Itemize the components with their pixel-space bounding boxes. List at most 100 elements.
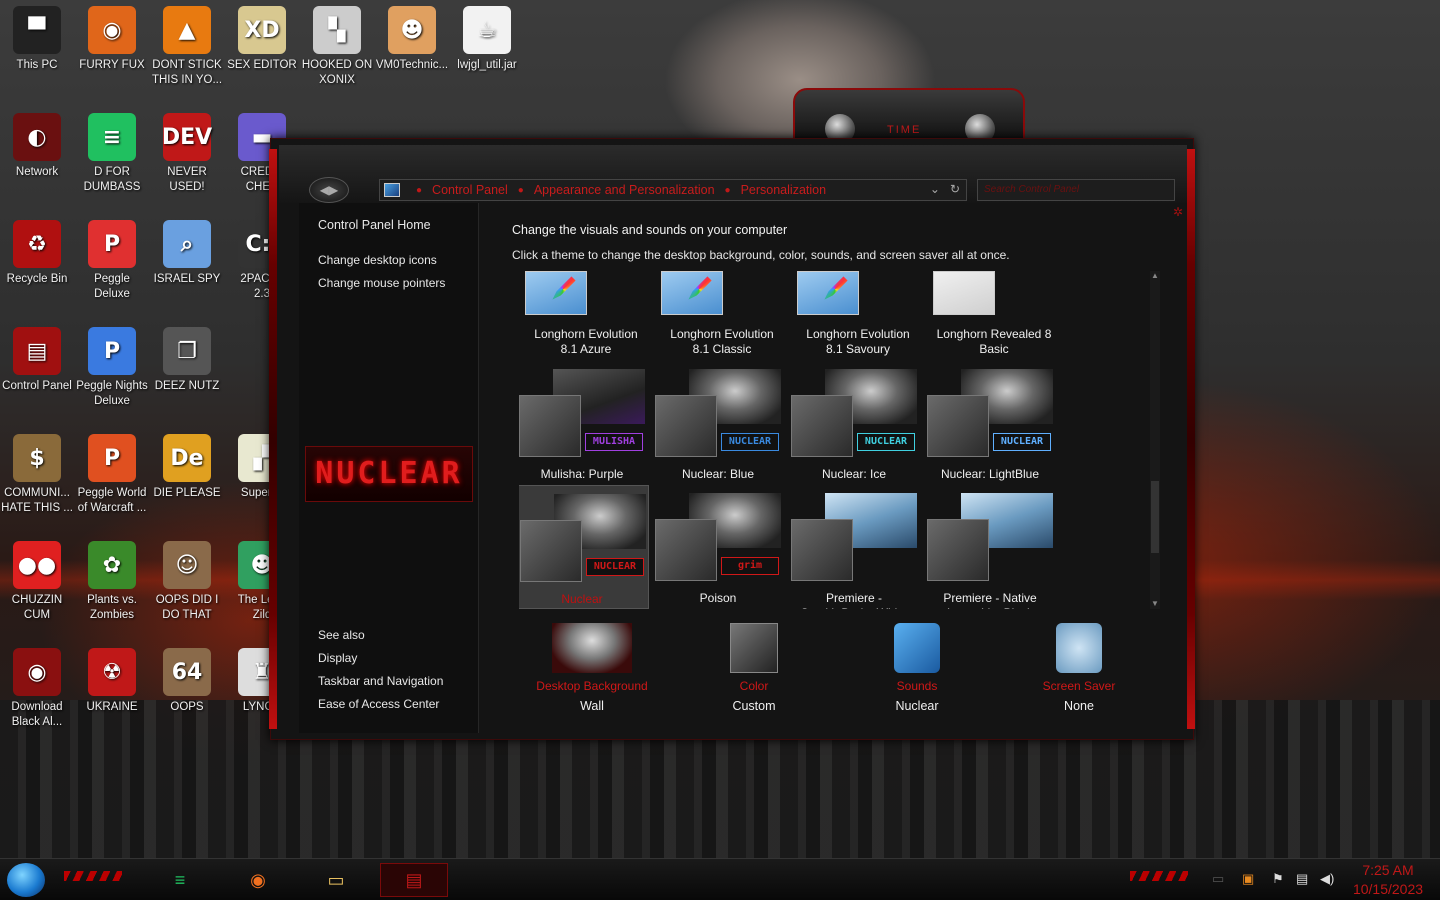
desktop-icon[interactable]: ☺ OOPS DID I DO THAT (150, 541, 224, 623)
theme-item[interactable]: NUCLEAR Nuclear (519, 485, 649, 609)
theme-name: Poison (699, 591, 737, 605)
scroll-up-icon[interactable]: ▲ (1150, 271, 1160, 281)
theme-logo-tag: MULISHA (585, 433, 643, 451)
desktop-icon[interactable]: ✿ Plants vs. Zombies (75, 541, 149, 623)
breadcrumb-separator-icon[interactable]: ● (416, 185, 422, 196)
desktop-icon[interactable]: P Peggle World of Warcraft ... (75, 434, 149, 516)
change-mouse-pointers-link[interactable]: Change mouse pointers (318, 276, 445, 290)
change-desktop-icons-link[interactable]: Change desktop icons (318, 253, 437, 267)
breadcrumb-appearance[interactable]: Appearance and Personalization (534, 183, 715, 197)
desktop-icon[interactable]: ◉ FURRY FUX (75, 6, 149, 73)
help-icon[interactable]: ✲ (1173, 205, 1183, 219)
desktop-icon[interactable]: P Peggle Nights Deluxe (75, 327, 149, 409)
volume-icon[interactable]: ◀) (1320, 871, 1334, 887)
theme-thumbnail (927, 493, 1053, 585)
refresh-icon[interactable]: ↻ (950, 182, 960, 196)
notes-app-taskbar-icon[interactable]: ≡ (160, 863, 200, 897)
clock-gadget[interactable]: TIME (793, 88, 1025, 144)
taskbar-clock[interactable]: 7:25 AM 10/15/2023 (1346, 861, 1430, 899)
color-preview (791, 519, 853, 581)
theme-scrollbar[interactable]: ▲ ▼ (1150, 271, 1160, 609)
address-bar[interactable]: ● Control Panel ● Appearance and Persona… (379, 179, 967, 201)
desktop-icon[interactable]: DEV NEVER USED! (150, 113, 224, 195)
display-link[interactable]: Display (318, 651, 357, 665)
desktop-icon[interactable]: ❐ DEEZ NUTZ (150, 327, 224, 394)
theme-item[interactable]: MULISHA Mulisha: Purple (519, 361, 649, 485)
desktop-icon[interactable]: ▀ This PC (0, 6, 74, 73)
desktop-icon[interactable]: XD SEX EDITOR (225, 6, 299, 73)
notes-icon: ≡ (88, 113, 136, 161)
theme-item[interactable]: NUCLEAR Nuclear: LightBlue (923, 361, 1057, 485)
theme-setting-button[interactable]: Screen Saver None (1004, 623, 1154, 713)
theme-item[interactable]: Longhorn Evolution 8.1 Azure (519, 271, 653, 361)
address-controls[interactable]: ⌄ ↻ (930, 182, 960, 196)
desktop-icon[interactable]: ☕ lwjgl_util.jar (450, 6, 524, 73)
doctor-icon: ☻ (388, 6, 436, 54)
desktop-icon[interactable]: ◉ Download Black Al... (0, 648, 74, 730)
theme-item[interactable]: NUCLEAR Nuclear: Blue (651, 361, 785, 485)
setting-value: None (1064, 699, 1094, 713)
desktop-icon[interactable]: ☻ VM0Technic... (375, 6, 449, 73)
desktop-icon[interactable]: ◐ Network (0, 113, 74, 180)
theme-item[interactable]: Longhorn Revealed 8 Basic (927, 271, 1061, 361)
recycle-bin-icon: ♻ (13, 220, 61, 268)
desktop-icon[interactable]: ♻ Recycle Bin (0, 220, 74, 287)
desktop-icon[interactable]: ●● CHUZZIN CUM (0, 541, 74, 623)
color-pencil-icon (542, 271, 584, 310)
tray-app-icon[interactable]: ▣ (1242, 871, 1254, 887)
desktop-icon[interactable]: ≡ D FOR DUMBASS (75, 113, 149, 195)
theme-gallery: Longhorn Evolution 8.1 Azure Longhorn Evo… (519, 271, 1159, 609)
theme-name: Longhorn Evolution 8.1 Classic (670, 327, 774, 356)
desktop-icon[interactable]: ▲ DONT STICK THIS IN YO... (150, 6, 224, 88)
desktop-icon[interactable]: P Peggle Deluxe (75, 220, 149, 302)
theme-name: Longhorn Evolution 8.1 Azure (534, 327, 638, 356)
ease-of-access-link[interactable]: Ease of Access Center (318, 697, 439, 711)
back-button[interactable]: ◀▶ (309, 177, 349, 203)
theme-item[interactable]: Longhorn Evolution 8.1 Classic (655, 271, 789, 361)
theme-setting-button[interactable]: Color Custom (679, 623, 829, 713)
scroll-down-icon[interactable]: ▼ (1150, 599, 1160, 609)
theme-thumbnail (525, 271, 587, 315)
desktop-icon[interactable]: $ COMMUNI... HATE THIS ... (0, 434, 74, 516)
breadcrumb-separator-icon[interactable]: ● (725, 185, 731, 196)
network-tray-icon[interactable]: ▤ (1296, 871, 1308, 887)
breadcrumb-control-panel[interactable]: Control Panel (432, 183, 508, 197)
firefox-taskbar-icon[interactable]: ◉ (238, 863, 278, 897)
theme-setting-button[interactable]: Desktop Background Wall (517, 623, 667, 713)
desktop-icon[interactable]: ▤ Control Panel (0, 327, 74, 394)
gadget-label: TIME (887, 124, 922, 136)
tray-chevron-icon[interactable]: ▭ (1212, 871, 1224, 887)
search-input[interactable]: Search Control Panel (977, 179, 1175, 201)
control-panel-home-link[interactable]: Control Panel Home (318, 218, 431, 232)
theme-logo-tag: grim (721, 557, 779, 575)
color-preview (655, 395, 717, 457)
control-panel-taskbar-icon[interactable]: ▤ (380, 863, 448, 897)
theme-setting-button[interactable]: Sounds Nuclear (842, 623, 992, 713)
breadcrumb-separator-icon[interactable]: ● (518, 185, 524, 196)
desktop-icon[interactable]: 64 OOPS (150, 648, 224, 715)
file-explorer-taskbar-icon[interactable]: ▭ (316, 863, 356, 897)
theme-item[interactable]: Premiere - Native Learn Lite Black (923, 485, 1057, 609)
action-center-flag-icon[interactable]: ⚑ (1272, 871, 1284, 887)
theme-item[interactable]: Premiere - Stealth Dark...White (787, 485, 921, 609)
taskbar-navigation-link[interactable]: Taskbar and Navigation (318, 674, 443, 688)
theme-logo-tag: NUCLEAR (586, 558, 644, 576)
desktop-icon[interactable]: De DIE PLEASE (150, 434, 224, 501)
chevron-down-icon[interactable]: ⌄ (930, 182, 940, 196)
theme-item[interactable]: Longhorn Evolution 8.1 Savoury (791, 271, 925, 361)
scrollbar-thumb[interactable] (1151, 481, 1159, 553)
theme-item[interactable]: grim Poison (651, 485, 785, 609)
desktop-icon-label: This PC (16, 59, 58, 71)
theme-name: Nuclear (561, 592, 603, 606)
firefox-icon: ◉ (88, 6, 136, 54)
network-icon: ◐ (13, 113, 61, 161)
window-titlebar[interactable]: ◀▶ ● Control Panel ● Appearance and Pers… (279, 145, 1187, 203)
color-pencil-icon (814, 271, 856, 310)
desktop-icon[interactable]: ☢ UKRAINE (75, 648, 149, 715)
breadcrumb-personalization[interactable]: Personalization (741, 183, 826, 197)
desktop-icon[interactable]: ⌕ ISRAEL SPY (150, 220, 224, 287)
theme-item[interactable]: NUCLEAR Nuclear: Ice (787, 361, 921, 485)
theme-thumbnail (661, 271, 723, 315)
desktop-icon[interactable]: ▚ HOOKED ON XONIX (300, 6, 374, 88)
start-button[interactable] (7, 863, 45, 897)
